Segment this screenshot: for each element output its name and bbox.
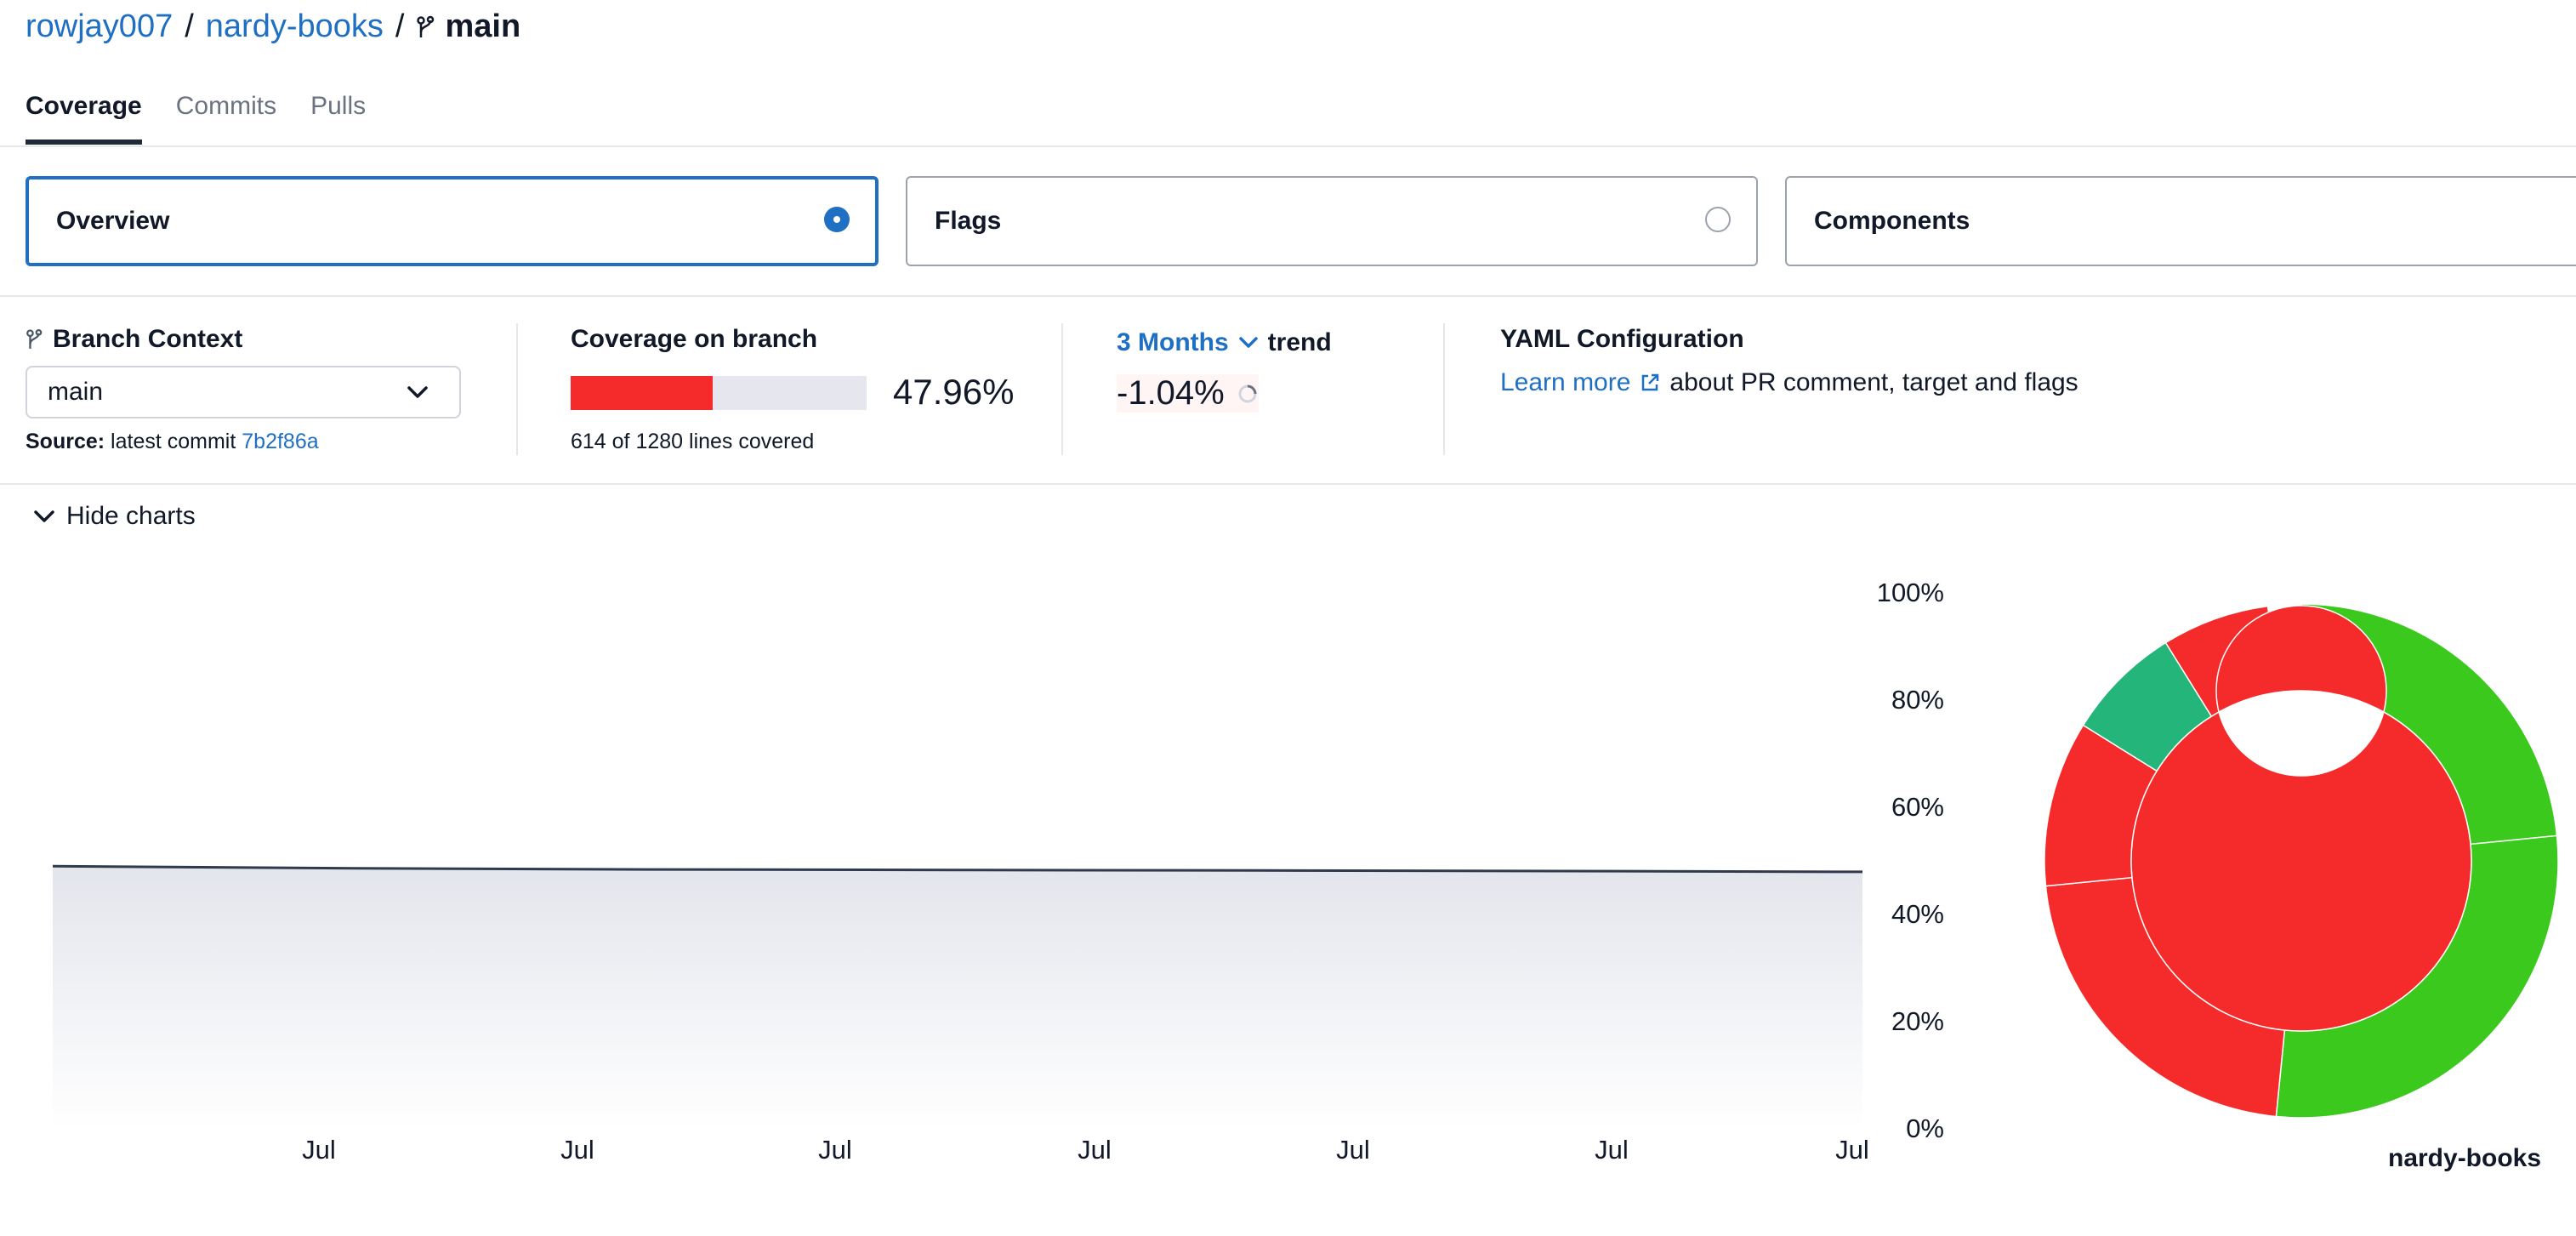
tab-commits[interactable]: Commits (176, 92, 276, 145)
branch-context-title: Branch Context (53, 325, 243, 353)
coverage-trend-chart: Jul Jul Jul Jul Jul Jul Jul 100% 80% 60% 40% 20% 0% (52, 578, 1944, 1165)
trend-suffix: trend (1267, 328, 1332, 356)
stat-divider (516, 323, 518, 455)
loading-spinner-icon (1238, 384, 1257, 402)
coverage-area-fill (53, 866, 1862, 1129)
git-branch-icon (26, 328, 43, 349)
branch-select[interactable]: main (26, 366, 461, 419)
commit-link[interactable]: 7b2f86a (242, 430, 318, 453)
radio-unselected-icon[interactable] (1705, 207, 1731, 232)
yaml-line: Learn more about PR comment, target and … (1500, 368, 2078, 397)
view-card-overview[interactable]: Overview (26, 176, 879, 266)
tab-bar: Coverage Commits Pulls (26, 92, 366, 145)
breadcrumb-repo-link[interactable]: nardy-books (206, 9, 384, 45)
y-tick-label: 20% (1891, 1006, 1944, 1036)
learn-more-link[interactable]: Learn more (1500, 368, 1630, 397)
y-tick-label: 60% (1891, 792, 1944, 822)
section-divider (0, 483, 2576, 485)
y-tick-label: 80% (1891, 685, 1944, 715)
stat-divider (1061, 323, 1063, 455)
view-card-flags[interactable]: Flags (906, 176, 1758, 266)
y-tick-label: 0% (1906, 1114, 1944, 1143)
yaml-title: YAML Configuration (1500, 325, 1744, 353)
radio-selected-icon[interactable] (824, 207, 850, 232)
source-text: latest commit (111, 430, 236, 453)
view-card-label: Overview (56, 207, 170, 235)
hide-charts-label: Hide charts (66, 502, 196, 530)
x-tick-label: Jul (1078, 1135, 1112, 1165)
x-tick-label: Jul (818, 1135, 852, 1165)
chevron-down-icon (34, 510, 54, 522)
x-tick-label: Jul (560, 1135, 594, 1165)
y-tick-label: 100% (1877, 578, 1944, 607)
chevron-down-icon[interactable] (1237, 334, 1260, 351)
branch-name: main (445, 9, 521, 44)
breadcrumb-owner-link[interactable]: rowjay007 (26, 9, 173, 45)
coverage-progress-bar (571, 376, 867, 410)
x-tick-label: Jul (1835, 1135, 1869, 1165)
git-branch-icon (417, 15, 435, 37)
x-tick-label: Jul (1595, 1135, 1629, 1165)
view-card-label: Components (1814, 207, 1970, 235)
y-tick-label: 40% (1891, 899, 1944, 929)
hide-charts-toggle[interactable]: Hide charts (32, 502, 196, 531)
external-link-icon[interactable] (1639, 372, 1661, 394)
coverage-progress-fill (571, 376, 713, 410)
trend-period-select[interactable]: 3 Months (1117, 328, 1229, 357)
breadcrumb: rowjay007 / nardy-books / main (26, 9, 520, 45)
source-label: Source: (26, 430, 105, 453)
breadcrumb-separator: / (185, 9, 194, 44)
view-card-components[interactable]: Components (1785, 176, 2576, 266)
branch-context-header: Branch Context (26, 325, 242, 354)
tab-coverage[interactable]: Coverage (26, 92, 142, 145)
stat-divider (1443, 323, 1445, 455)
view-card-label: Flags (935, 207, 1002, 235)
x-tick-label: Jul (302, 1135, 336, 1165)
trend-value: -1.04% (1117, 374, 1225, 412)
coverage-lines: 614 of 1280 lines covered (571, 430, 815, 453)
source-line: Source: latest commit 7b2f86a (26, 430, 319, 454)
yaml-description: about PR comment, target and flags (1669, 368, 2078, 396)
sunburst-title: nardy-books (2388, 1144, 2542, 1172)
coverage-sunburst-chart (2044, 603, 2559, 1119)
chevron-down-icon (407, 386, 428, 398)
trend-value-box: -1.04% (1117, 374, 1259, 413)
tab-divider (0, 145, 2576, 147)
section-divider (0, 295, 2576, 297)
coverage-title: Coverage on branch (571, 325, 818, 353)
breadcrumb-separator: / (395, 9, 405, 44)
breadcrumb-branch: main (416, 9, 520, 45)
trend-header: 3 Months trend (1117, 328, 1332, 357)
tab-pulls[interactable]: Pulls (310, 92, 366, 145)
branch-select-value: main (48, 378, 104, 406)
coverage-percent: 47.96% (893, 372, 1015, 412)
x-tick-label: Jul (1336, 1135, 1370, 1165)
